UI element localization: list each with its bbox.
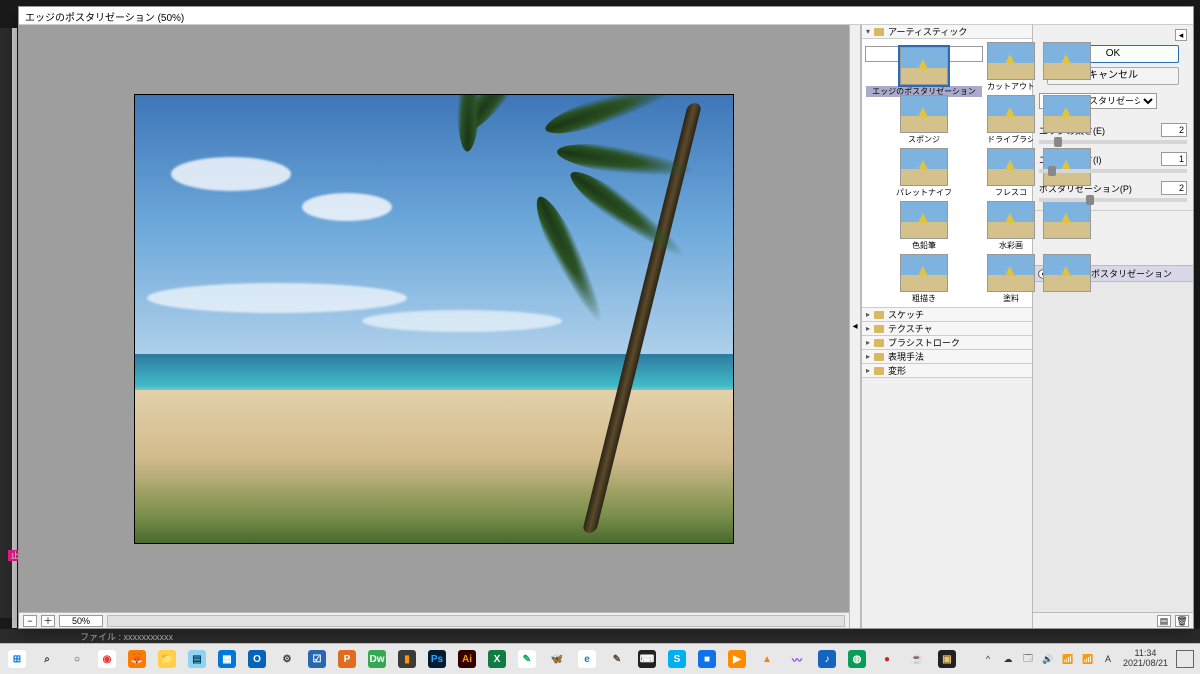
taskbar-notes-icon[interactable]: ▤ [182,644,212,674]
preview-h-scrollbar[interactable] [107,615,845,627]
taskbar-excel-icon[interactable]: X [482,644,512,674]
chevron-right-icon: ▸ [866,366,870,375]
taskbar-keys-icon[interactable]: ⌨ [632,644,662,674]
param-slider[interactable] [1039,140,1187,144]
photoshop-status-bar: ファイル : xxxxxxxxxxx [0,629,1200,643]
chevron-right-icon: ▸ [866,338,870,347]
chevron-right-icon: ▸ [866,310,870,319]
chevron-down-icon: ▾ [866,27,870,36]
taskbar-edge-icon[interactable]: e [572,644,602,674]
taskbar-java-icon[interactable]: ☕ [902,644,932,674]
filter-thumb[interactable]: 色鉛筆 [865,201,983,251]
folder-icon [874,353,884,361]
category-artistic-header[interactable]: ▾ アーティスティック [862,25,1032,39]
param-slider[interactable] [1039,198,1187,202]
taskbar-chrome-icon[interactable]: ◉ [92,644,122,674]
folder-icon [874,311,884,319]
toggle-effects-button[interactable]: ◂ [1175,29,1187,41]
category-header[interactable]: ▸ブラシストローク [862,336,1032,350]
taskbar-brush-icon[interactable]: ✎ [512,644,542,674]
zoom-level[interactable]: 50% [59,615,103,627]
param-input[interactable] [1161,152,1187,166]
taskbar-meet-icon[interactable]: ■ [692,644,722,674]
taskbar-dreamweaver-icon[interactable]: Dw [362,644,392,674]
category-header[interactable]: ▸テクスチャ [862,322,1032,336]
new-effect-button[interactable]: ▤ [1157,615,1171,627]
category-header[interactable]: ▸変形 [862,364,1032,378]
chevron-right-icon: ▸ [866,324,870,333]
action-center-icon[interactable] [1176,650,1194,668]
taskbar-photoshop-icon[interactable]: Ps [422,644,452,674]
dialog-title: エッジのポスタリゼーション (50%) [19,7,1193,25]
taskbar-wave-icon[interactable]: 〰 [782,644,812,674]
filter-thumb[interactable]: フレスコ [987,148,1035,198]
taskbar-task-icon[interactable]: ☑ [302,644,332,674]
clock-date: 2021/08/21 [1123,659,1168,669]
taskbar-record-icon[interactable]: ● [872,644,902,674]
folder-icon [874,28,884,36]
effect-layers-panel: エッジのポスタリゼーション ▤ 🗑 [1033,265,1193,628]
thumbnail-grid: エッジのポスタリゼーションカットアウトこするスポンジドライブラシネオン光彩パレッ… [862,39,1032,308]
tray-icon[interactable]: 🔊 [1041,652,1055,666]
taskbar-firefox-icon[interactable]: 🦊 [122,644,152,674]
filter-thumb[interactable]: 水彩画 [987,201,1035,251]
taskbar-cmd-icon[interactable]: ▣ [932,644,962,674]
tray-icon[interactable]: 📶 [1061,652,1075,666]
filter-thumb[interactable]: カットアウト [987,42,1035,92]
tray-icon[interactable]: 📶 [1081,652,1095,666]
windows-taskbar: ⊞⌕○◉🦊📁▤▦O⚙☑PDw▮PsAiX✎🦋e✎⌨S■▶▲〰♪◍●☕▣ ^☁🗔🔊… [0,643,1200,674]
category-label: アーティスティック [888,25,967,38]
zoom-out-button[interactable]: − [23,615,37,627]
taskbar-start-icon[interactable]: ⊞ [2,644,32,674]
chevron-right-icon: ▸ [866,352,870,361]
param-input[interactable] [1161,181,1187,195]
taskbar-explorer-icon[interactable]: 📁 [152,644,182,674]
category-header[interactable]: ▸スケッチ [862,308,1032,322]
tray-icon[interactable]: 🗔 [1021,652,1035,666]
taskbar-sublime-icon[interactable]: ▮ [392,644,422,674]
taskbar-vlc-icon[interactable]: ▲ [752,644,782,674]
taskbar-music-icon[interactable]: ♪ [812,644,842,674]
taskbar-photos-icon[interactable]: ▦ [212,644,242,674]
filter-thumb[interactable]: エッジのポスタリゼーション [865,46,983,62]
category-header[interactable]: ▸表現手法 [862,350,1032,364]
system-tray: ^ ☁ 🗔 🔊 📶 📶 A 11:34 2021/08/21 [981,649,1200,669]
filter-thumb[interactable]: スポンジ [865,95,983,145]
filter-category-panel: ▾ アーティスティック エッジのポスタリゼーションカットアウトこするスポンジドラ… [861,25,1033,628]
filter-thumb[interactable]: 塗料 [987,254,1035,304]
vertical-ruler [12,28,17,628]
param-input[interactable] [1161,123,1187,137]
taskbar-play-icon[interactable]: ▶ [722,644,752,674]
taskbar-gimp-icon[interactable]: ✎ [602,644,632,674]
filter-thumb[interactable]: パレットナイフ [865,148,983,198]
preview-pane: − ＋ 50% [19,25,849,628]
taskbar-outlook-icon[interactable]: O [242,644,272,674]
tray-icon[interactable]: A [1101,652,1115,666]
taskbar-illustrator-icon[interactable]: Ai [452,644,482,674]
taskbar-globe-icon[interactable]: ◍ [842,644,872,674]
taskbar-skype-icon[interactable]: S [662,644,692,674]
taskbar-butterfly-icon[interactable]: 🦋 [542,644,572,674]
taskbar-power-icon[interactable]: P [332,644,362,674]
zoom-in-button[interactable]: ＋ [41,615,55,627]
filter-gallery-dialog: エッジのポスタリゼーション (50%) − ＋ 50% [18,6,1194,629]
collapse-gallery-button[interactable]: ◂ [849,25,861,628]
folder-icon [874,325,884,333]
filter-thumb[interactable]: 粗描き [865,254,983,304]
taskbar-search-icon[interactable]: ⌕ [32,644,62,674]
folder-icon [874,339,884,347]
filter-thumb[interactable]: ドライブラシ [987,95,1035,145]
folder-icon [874,367,884,375]
delete-effect-button[interactable]: 🗑 [1175,615,1189,627]
taskbar-settings-icon[interactable]: ⚙ [272,644,302,674]
taskbar-cortana-icon[interactable]: ○ [62,644,92,674]
tray-icon[interactable]: ^ [981,652,995,666]
photoshop-tool-strip[interactable] [0,28,12,618]
preview-image[interactable] [134,94,734,544]
tray-icon[interactable]: ☁ [1001,652,1015,666]
param-slider[interactable] [1039,169,1187,173]
taskbar-clock[interactable]: 11:34 2021/08/21 [1123,649,1168,669]
